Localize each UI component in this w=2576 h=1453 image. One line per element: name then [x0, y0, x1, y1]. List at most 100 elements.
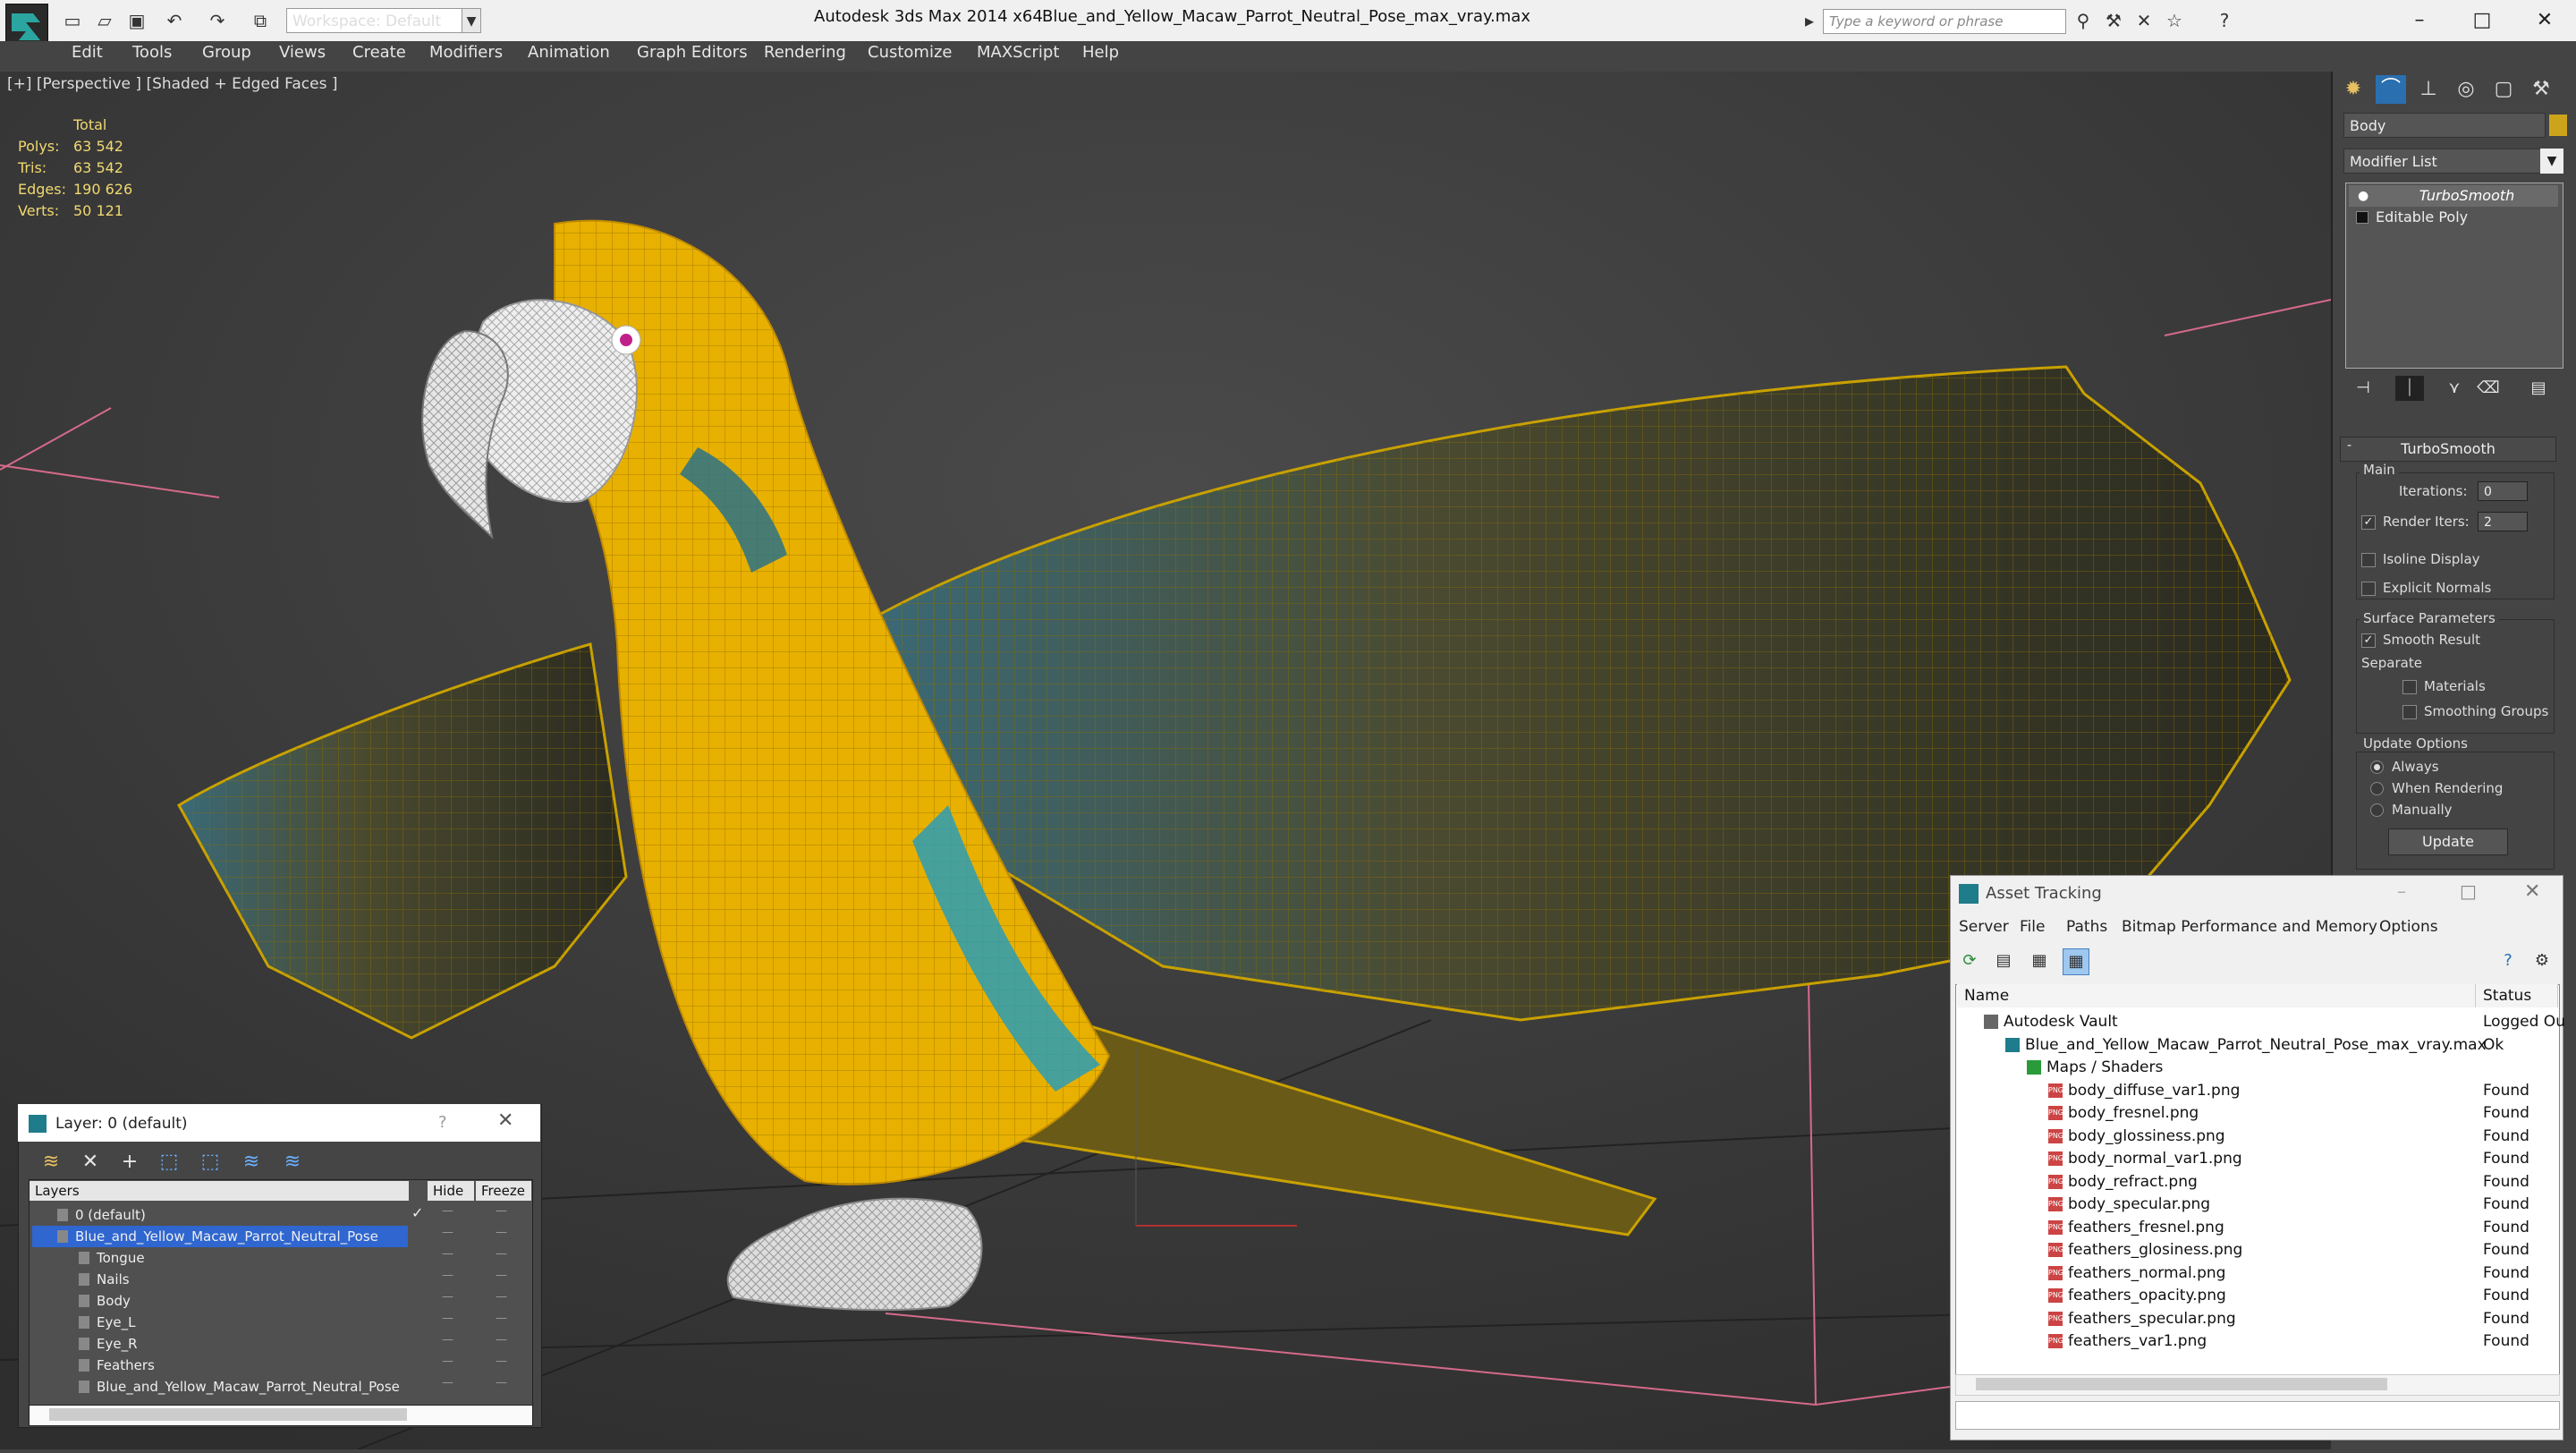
asset-row[interactable]: PNG feathers_specular.png: [2048, 1308, 2236, 1330]
hide-toggle[interactable]: —: [442, 1226, 453, 1239]
create-layer-icon[interactable]: ≋: [38, 1149, 64, 1176]
display-tab-icon[interactable]: ▢: [2488, 75, 2519, 104]
smooth-result-checkbox[interactable]: ✓: [2361, 633, 2376, 648]
asset-row[interactable]: PNG feathers_opacity.png: [2048, 1285, 2226, 1307]
modify-tab-icon[interactable]: ⌒: [2376, 75, 2406, 104]
table-view-icon[interactable]: ▦: [2063, 948, 2089, 975]
iterations-spinner[interactable]: 0: [2478, 481, 2528, 501]
minimize-icon[interactable]: –: [2397, 880, 2406, 902]
asset-menu-paths[interactable]: Paths: [2066, 918, 2107, 936]
manually-radio[interactable]: [2370, 803, 2384, 817]
asset-menu-server[interactable]: Server: [1959, 918, 2009, 936]
asset-row[interactable]: PNG feathers_fresnel.png: [2048, 1217, 2224, 1239]
freeze-toggle[interactable]: —: [496, 1290, 507, 1304]
create-tab-icon[interactable]: ✹: [2338, 75, 2368, 104]
stack-item-editable-poly[interactable]: Editable Poly: [2349, 207, 2558, 228]
help-icon[interactable]: ?: [2215, 11, 2234, 30]
freeze-toggle[interactable]: —: [496, 1226, 507, 1239]
asset-row[interactable]: PNG body_normal_var1.png: [2048, 1148, 2242, 1170]
menu-rendering[interactable]: Rendering: [764, 43, 846, 62]
render-iters-spinner[interactable]: 2: [2478, 512, 2528, 531]
menu-animation[interactable]: Animation: [528, 43, 610, 62]
menu-tools[interactable]: Tools: [132, 43, 172, 62]
when-rendering-radio[interactable]: [2370, 782, 2384, 795]
motion-tab-icon[interactable]: ◎: [2451, 75, 2481, 104]
asset-row[interactable]: PNG feathers_var1.png: [2048, 1330, 2207, 1353]
update-button[interactable]: Update: [2388, 828, 2508, 855]
expand-plus-icon[interactable]: [2356, 211, 2368, 224]
smoothing-groups-checkbox[interactable]: [2402, 705, 2417, 719]
delete-layer-icon[interactable]: ✕: [77, 1149, 104, 1176]
collapse-minus-icon[interactable]: -: [2347, 438, 2351, 453]
freeze-toggle[interactable]: —: [496, 1247, 507, 1261]
menu-views[interactable]: Views: [279, 43, 326, 62]
redo-icon[interactable]: ↷: [208, 11, 227, 30]
maximize-icon[interactable]: □: [2460, 880, 2477, 902]
lightbulb-icon[interactable]: ●: [2358, 189, 2368, 203]
show-end-result-icon[interactable]: ⏐: [2395, 376, 2424, 401]
layer-row[interactable]: 0 (default): [32, 1204, 408, 1226]
materials-checkbox[interactable]: [2402, 680, 2417, 694]
asset-row[interactable]: PNG body_diffuse_var1.png: [2048, 1080, 2240, 1102]
layer-row[interactable]: Blue_and_Yellow_Macaw_Parrot_Neutral_Pos…: [32, 1226, 408, 1247]
hide-column-header[interactable]: Hide: [428, 1181, 474, 1201]
close-icon[interactable]: ✕: [2524, 880, 2540, 903]
asset-row[interactable]: Autodesk Vault: [1984, 1011, 2118, 1033]
scroll-thumb[interactable]: [1976, 1378, 2387, 1390]
viewport-label[interactable]: [+] [Perspective ] [Shaded + Edged Faces…: [7, 75, 337, 93]
communication-icon[interactable]: ✕: [2134, 11, 2154, 30]
explicit-normals-checkbox[interactable]: [2361, 582, 2376, 596]
asset-row[interactable]: PNG body_glossiness.png: [2048, 1126, 2225, 1148]
help-icon[interactable]: ?: [438, 1113, 447, 1132]
always-radio[interactable]: [2370, 760, 2384, 774]
make-unique-icon[interactable]: ⋎: [2440, 376, 2469, 401]
freeze-toggle[interactable]: —: [496, 1269, 507, 1282]
freeze-column-header[interactable]: Freeze: [476, 1181, 531, 1201]
menu-customize[interactable]: Customize: [868, 43, 952, 62]
hide-toggle[interactable]: —: [442, 1333, 453, 1347]
isoline-display-checkbox[interactable]: [2361, 553, 2376, 567]
asset-horizontal-scrollbar[interactable]: [1955, 1374, 2560, 1396]
configure-modifier-sets-icon[interactable]: ▤: [2524, 376, 2553, 401]
menu-create[interactable]: Create: [352, 43, 406, 62]
hierarchy-tab-icon[interactable]: ⊥: [2413, 75, 2444, 104]
list-view-icon[interactable]: ▤: [1991, 948, 2016, 973]
asset-menu-bitmap-performance[interactable]: Bitmap Performance and Memory: [2122, 918, 2377, 936]
chevron-down-icon[interactable]: ▼: [462, 8, 481, 33]
asset-row[interactable]: PNG body_fresnel.png: [2048, 1102, 2199, 1125]
asset-row[interactable]: Blue_and_Yellow_Macaw_Parrot_Neutral_Pos…: [2005, 1034, 2487, 1057]
freeze-toggle[interactable]: —: [496, 1376, 507, 1389]
status-column-header[interactable]: Status: [2476, 984, 2558, 1007]
undo-icon[interactable]: ↶: [165, 11, 184, 30]
hide-toggle[interactable]: —: [442, 1204, 453, 1218]
turbosmooth-rollout-header[interactable]: TurboSmooth: [2340, 437, 2556, 462]
hide-all-layers-icon[interactable]: ≋: [238, 1149, 265, 1176]
menu-maxscript[interactable]: MAXScript: [977, 43, 1059, 62]
asset-row[interactable]: Maps / Shaders: [2027, 1057, 2163, 1079]
hide-toggle[interactable]: —: [442, 1290, 453, 1304]
freeze-toggle[interactable]: —: [496, 1333, 507, 1347]
menu-help[interactable]: Help: [1082, 43, 1119, 62]
minimize-window-icon[interactable]: –: [2388, 0, 2451, 41]
thumbnail-view-icon[interactable]: ▦: [2027, 948, 2052, 973]
new-file-icon[interactable]: ▭: [63, 11, 82, 30]
asset-row[interactable]: PNG body_specular.png: [2048, 1194, 2210, 1216]
stack-item-turbosmooth[interactable]: TurboSmooth: [2349, 185, 2558, 207]
refresh-icon[interactable]: ⟳: [1957, 948, 1982, 973]
hide-toggle[interactable]: —: [442, 1247, 453, 1261]
menu-graph-editors[interactable]: Graph Editors: [637, 43, 748, 62]
current-layer-check-icon[interactable]: ✓: [411, 1204, 423, 1221]
save-file-icon[interactable]: ▣: [127, 11, 147, 30]
scroll-thumb[interactable]: [49, 1408, 407, 1421]
render-iters-checkbox[interactable]: ✓: [2361, 515, 2376, 530]
freeze-all-layers-icon[interactable]: ≋: [279, 1149, 306, 1176]
expand-arrow-icon[interactable]: ▸: [1800, 11, 1819, 30]
close-window-icon[interactable]: ✕: [2513, 0, 2576, 41]
help-icon[interactable]: ?: [2496, 948, 2521, 973]
favorites-star-icon[interactable]: ☆: [2165, 11, 2184, 30]
asset-row[interactable]: PNG feathers_normal.png: [2048, 1262, 2225, 1285]
open-file-icon[interactable]: ▱: [95, 11, 114, 30]
subscription-icon[interactable]: ⚒: [2104, 11, 2123, 30]
layer-scrollbar[interactable]: [29, 1405, 533, 1426]
select-in-layer-icon[interactable]: ⬚: [156, 1149, 182, 1176]
